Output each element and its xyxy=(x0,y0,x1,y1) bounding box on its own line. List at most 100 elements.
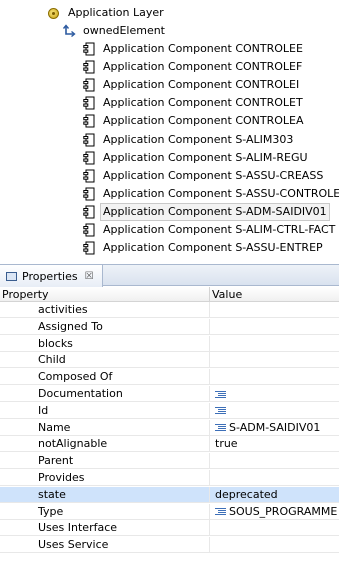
properties-view-tabbar: Properties ☒ xyxy=(0,264,339,287)
property-value[interactable] xyxy=(209,402,339,419)
property-row[interactable]: Parent xyxy=(0,453,339,470)
property-name: Id xyxy=(38,403,49,417)
tree-node-application-component[interactable]: Application Component S-ASSU-CONTROLE xyxy=(83,185,339,203)
tree-node-application-component[interactable]: Application Component CONTROLEI xyxy=(83,76,302,94)
property-value[interactable] xyxy=(209,302,339,318)
tree-node-application-component[interactable]: Application Component S-ASSU-CREASS xyxy=(83,167,326,185)
property-value[interactable]: SOUS_PROGRAMME xyxy=(209,503,339,520)
property-name: Type xyxy=(38,504,64,518)
property-value[interactable] xyxy=(209,537,339,554)
property-row[interactable]: Uses Interface xyxy=(0,520,339,537)
property-value[interactable] xyxy=(209,470,339,486)
tree-node-application-layer[interactable]: Application Layer xyxy=(48,4,167,22)
tree-node-label: Application Component S-ASSU-CONTROLE xyxy=(103,186,339,200)
property-row[interactable]: Composed Of xyxy=(0,369,339,386)
property-value-text: SOUS_PROGRAMME xyxy=(229,504,338,518)
property-row[interactable]: state deprecated xyxy=(0,486,339,503)
property-value[interactable] xyxy=(209,453,339,470)
application-component-icon xyxy=(83,187,95,201)
properties-view-icon xyxy=(6,271,17,281)
tree-node-application-component[interactable]: Application Component CONTROLET xyxy=(83,94,306,112)
property-row[interactable]: notAlignable true xyxy=(0,436,339,453)
tree-node-owned-element[interactable]: ownedElement xyxy=(62,22,168,40)
application-component-icon xyxy=(83,223,95,237)
application-component-icon xyxy=(83,205,95,219)
property-value[interactable] xyxy=(209,318,339,335)
text-property-icon xyxy=(215,424,226,432)
property-name: state xyxy=(38,487,66,501)
property-name: Parent xyxy=(38,454,74,468)
tree-node-application-component[interactable]: Application Component S-ADM-SAIDIV01 xyxy=(83,202,330,221)
property-value-text: deprecated xyxy=(215,487,278,501)
property-name: Provides xyxy=(38,471,85,484)
tree-node-application-component[interactable]: Application Component CONTROLEE xyxy=(83,40,306,58)
application-component-icon xyxy=(83,78,95,92)
property-row[interactable]: Name S-ADM-SAIDIV01 xyxy=(0,419,339,436)
property-row[interactable]: Documentation xyxy=(0,386,339,402)
tab-properties[interactable]: Properties ☒ xyxy=(0,265,103,287)
property-value[interactable] xyxy=(209,369,339,386)
tree-node-label: Application Layer xyxy=(68,6,164,19)
tree-node-label: Application Component S-ADM-SAIDIV01 xyxy=(100,202,330,221)
property-row[interactable]: Id xyxy=(0,402,339,419)
property-value-text: S-ADM-SAIDIV01 xyxy=(229,420,321,434)
property-row[interactable]: Child xyxy=(0,352,339,369)
owned-element-icon xyxy=(62,24,76,38)
model-tree[interactable]: Application Layer ownedElement Applicati… xyxy=(0,0,339,262)
close-icon[interactable]: ☒ xyxy=(85,271,94,282)
tree-node-label: Application Component S-ALIM-CTRL-FACT xyxy=(103,223,336,236)
tree-node-label: Application Component S-ASSU-CREASS xyxy=(103,168,324,182)
application-component-icon xyxy=(83,60,95,74)
tree-node-label: Application Component CONTROLET xyxy=(103,96,303,110)
application-component-icon xyxy=(83,241,95,255)
property-name: activities xyxy=(38,303,88,316)
application-component-icon xyxy=(83,42,95,56)
tree-node-application-component[interactable]: Application Component CONTROLEA xyxy=(83,112,307,130)
tree-node-label: Application Component S-ALIM303 xyxy=(103,132,294,146)
property-value[interactable] xyxy=(209,386,339,402)
tree-node-application-component[interactable]: Application Component S-ASSU-ENTREP xyxy=(83,239,326,257)
text-property-icon xyxy=(215,508,226,516)
property-value[interactable]: S-ADM-SAIDIV01 xyxy=(209,419,339,436)
property-value[interactable] xyxy=(209,352,339,369)
property-name: Uses Interface xyxy=(38,521,118,535)
property-name: Name xyxy=(38,420,71,434)
tree-node-application-component[interactable]: Application Component S-ALIM-REGU xyxy=(83,149,311,167)
property-name: Documentation xyxy=(38,387,123,400)
tree-node-application-component[interactable]: Application Component S-ALIM-CTRL-FACT xyxy=(83,221,338,239)
application-component-icon xyxy=(83,151,95,165)
property-value[interactable]: true xyxy=(209,436,339,453)
property-name: Assigned To xyxy=(38,319,103,333)
property-name: notAlignable xyxy=(38,437,108,451)
application-component-icon xyxy=(83,114,95,128)
tree-node-label: Application Component S-ASSU-ENTREP xyxy=(103,241,323,255)
text-property-icon xyxy=(215,390,226,398)
tree-node-label: Application Component CONTROLEF xyxy=(103,60,303,74)
tree-node-label: Application Component CONTROLEE xyxy=(103,42,303,55)
tree-node-application-component[interactable]: Application Component S-ALIM303 xyxy=(83,131,296,149)
property-row[interactable]: Provides xyxy=(0,470,339,486)
property-value[interactable]: deprecated xyxy=(209,486,339,503)
tree-node-label: Application Component CONTROLEA xyxy=(103,114,304,128)
property-name: Child xyxy=(38,353,66,367)
tree-node-application-component[interactable]: Application Component CONTROLEF xyxy=(83,58,305,76)
property-row[interactable]: activities xyxy=(0,302,339,318)
column-header-property[interactable]: Property xyxy=(0,287,209,302)
property-name: blocks xyxy=(38,336,73,350)
tree-node-label: Application Component S-ALIM-REGU xyxy=(103,150,308,164)
property-value[interactable] xyxy=(209,520,339,537)
property-name: Uses Service xyxy=(38,538,109,552)
property-row[interactable]: Type SOUS_PROGRAMME xyxy=(0,503,339,520)
property-value-text: true xyxy=(215,437,238,451)
application-component-icon xyxy=(83,96,95,110)
column-header-value[interactable]: Value xyxy=(209,287,339,302)
tree-node-label: Application Component CONTROLEI xyxy=(103,78,300,92)
tab-properties-label: Properties xyxy=(22,269,78,283)
property-value[interactable] xyxy=(209,335,339,352)
application-layer-icon xyxy=(48,7,59,19)
property-row[interactable]: Assigned To xyxy=(0,318,339,335)
property-row[interactable]: blocks xyxy=(0,335,339,352)
property-name: Composed Of xyxy=(38,370,113,384)
application-component-icon xyxy=(83,169,95,183)
property-row[interactable]: Uses Service xyxy=(0,537,339,554)
